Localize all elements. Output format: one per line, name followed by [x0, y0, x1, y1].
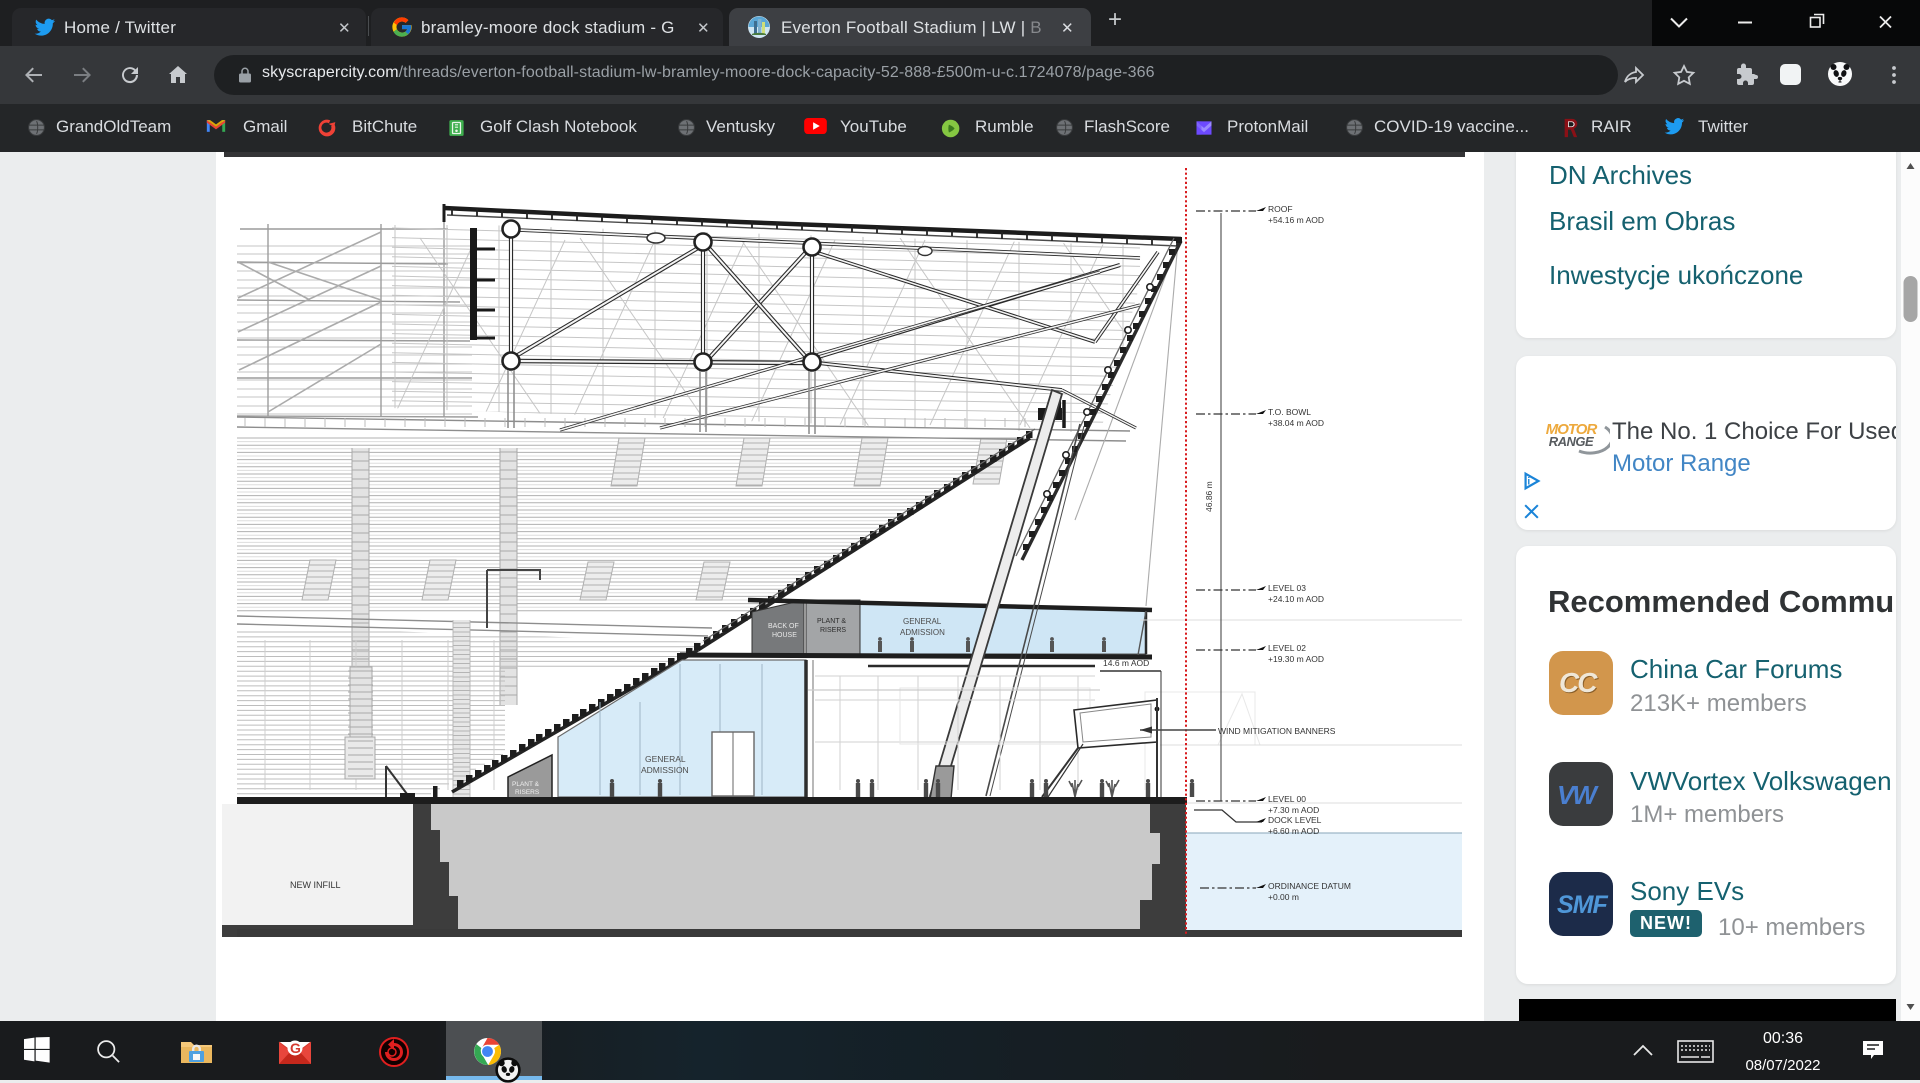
svg-text:HOUSE: HOUSE	[772, 632, 797, 639]
svg-text:BACK OF: BACK OF	[768, 623, 799, 630]
svg-text:LEVEL 03: LEVEL 03	[1268, 583, 1306, 593]
svg-text:ORDINANCE DATUM: ORDINANCE DATUM	[1268, 881, 1351, 891]
svg-text:ADMISSION: ADMISSION	[900, 628, 945, 637]
svg-text:G: G	[290, 1040, 301, 1056]
svg-text:+6.60 m AOD: +6.60 m AOD	[1268, 826, 1319, 836]
svg-text:NEW INFILL: NEW INFILL	[290, 880, 341, 890]
svg-text:46.86 m: 46.86 m	[1204, 481, 1214, 512]
svg-text:14.6 m AOD: 14.6 m AOD	[1103, 658, 1149, 668]
svg-text:i: i	[1527, 477, 1530, 488]
svg-text:ADMISSION: ADMISSION	[641, 765, 689, 775]
svg-text:T.O. BOWL: T.O. BOWL	[1268, 407, 1311, 417]
svg-text:PLANT &: PLANT &	[817, 618, 846, 625]
svg-text:WIND MITIGATION BANNERS: WIND MITIGATION BANNERS	[1218, 726, 1336, 736]
svg-text:ROOF: ROOF	[1268, 204, 1293, 214]
svg-text:PLANT &: PLANT &	[512, 781, 540, 788]
svg-text:GENERAL: GENERAL	[645, 754, 686, 764]
svg-text:DOCK LEVEL: DOCK LEVEL	[1268, 815, 1322, 825]
svg-text:RISERS: RISERS	[515, 789, 540, 796]
svg-text:RISERS: RISERS	[820, 627, 846, 634]
svg-text:+19.30 m AOD: +19.30 m AOD	[1268, 654, 1324, 664]
svg-text:+24.10 m AOD: +24.10 m AOD	[1268, 594, 1324, 604]
svg-text:+54.16 m AOD: +54.16 m AOD	[1268, 215, 1324, 225]
svg-text:LEVEL 00: LEVEL 00	[1268, 794, 1306, 804]
svg-text:+0.00 m: +0.00 m	[1268, 892, 1299, 902]
svg-text:LEVEL 02: LEVEL 02	[1268, 643, 1306, 653]
svg-text:GENERAL: GENERAL	[903, 617, 942, 626]
svg-text:+7.30 m AOD: +7.30 m AOD	[1268, 805, 1319, 815]
svg-text:+38.04 m AOD: +38.04 m AOD	[1268, 418, 1324, 428]
